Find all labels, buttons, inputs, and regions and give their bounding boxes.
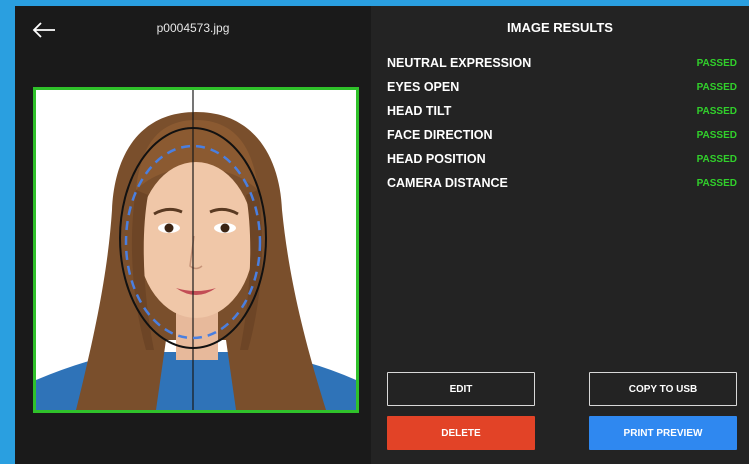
result-label: HEAD TILT xyxy=(387,104,452,118)
result-status: PASSED xyxy=(696,57,737,69)
result-item: HEAD TILT PASSED xyxy=(387,99,737,123)
photo-pane: p0004573.jpg xyxy=(15,6,371,464)
result-label: FACE DIRECTION xyxy=(387,128,493,142)
result-status: PASSED xyxy=(696,177,737,189)
delete-button[interactable]: DELETE xyxy=(387,416,535,450)
back-button[interactable] xyxy=(31,18,59,42)
file-name: p0004573.jpg xyxy=(156,21,230,35)
result-label: HEAD POSITION xyxy=(387,152,486,166)
result-label: CAMERA DISTANCE xyxy=(387,176,508,190)
result-status: PASSED xyxy=(696,153,737,165)
results-title: IMAGE RESULTS xyxy=(507,20,613,35)
result-item: EYES OPEN PASSED xyxy=(387,75,737,99)
result-status: PASSED xyxy=(696,81,737,93)
app-window: p0004573.jpg IMAGE RESULTS NEUTRAL EXPRE… xyxy=(15,6,749,464)
copy-to-usb-button[interactable]: COPY TO USB xyxy=(589,372,737,406)
results-list: NEUTRAL EXPRESSION PASSED EYES OPEN PASS… xyxy=(387,51,737,195)
result-item: HEAD POSITION PASSED xyxy=(387,147,737,171)
print-preview-button[interactable]: PRINT PREVIEW xyxy=(589,416,737,450)
result-label: NEUTRAL EXPRESSION xyxy=(387,56,532,70)
result-status: PASSED xyxy=(696,129,737,141)
edit-button[interactable]: EDIT xyxy=(387,372,535,406)
result-status: PASSED xyxy=(696,105,737,117)
portrait-photo xyxy=(33,87,359,413)
arrow-left-icon xyxy=(32,22,55,38)
result-item: FACE DIRECTION PASSED xyxy=(387,123,737,147)
result-item: NEUTRAL EXPRESSION PASSED xyxy=(387,51,737,75)
results-panel: IMAGE RESULTS NEUTRAL EXPRESSION PASSED … xyxy=(371,6,749,464)
portrait-image xyxy=(36,90,356,410)
result-label: EYES OPEN xyxy=(387,80,460,94)
result-item: CAMERA DISTANCE PASSED xyxy=(387,171,737,195)
